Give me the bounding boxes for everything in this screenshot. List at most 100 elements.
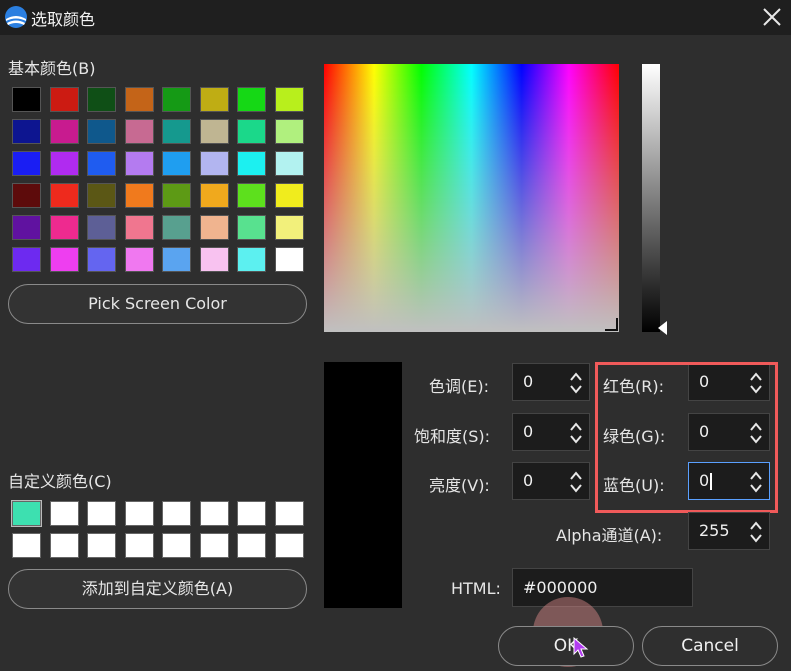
saturation-label: 饱和度(S): xyxy=(414,427,491,446)
brightness-label: 亮度(V): xyxy=(429,476,490,495)
add-to-custom-colors-button[interactable]: 添加到自定义颜色(A) xyxy=(8,569,307,609)
spin-arrows-icon[interactable] xyxy=(749,420,763,446)
custom-color-swatch[interactable] xyxy=(49,533,79,558)
basic-color-swatch[interactable] xyxy=(162,151,191,176)
spin-arrows-icon[interactable] xyxy=(569,370,583,396)
custom-color-swatch[interactable] xyxy=(237,501,266,526)
custom-colors-label: 自定义颜色(C) xyxy=(8,472,112,491)
green-value: 0 xyxy=(699,422,710,441)
slider-arrow-icon[interactable] xyxy=(658,321,667,335)
red-spinbox[interactable]: 0 xyxy=(688,363,770,401)
custom-color-swatch[interactable] xyxy=(237,533,266,558)
custom-color-swatch[interactable] xyxy=(199,501,229,526)
basic-color-swatch[interactable] xyxy=(124,247,154,272)
blue-label: 蓝色(U): xyxy=(603,476,665,495)
basic-color-swatch[interactable] xyxy=(199,87,229,112)
basic-color-swatch[interactable] xyxy=(49,183,79,208)
html-hex-input[interactable]: #000000 xyxy=(512,568,693,607)
custom-color-swatch[interactable] xyxy=(87,533,116,558)
basic-color-swatch[interactable] xyxy=(12,87,41,112)
alpha-label: Alpha通道(A): xyxy=(556,526,663,545)
basic-color-swatch[interactable] xyxy=(12,119,41,144)
alpha-spinbox[interactable]: 255 xyxy=(688,512,770,550)
basic-color-swatch[interactable] xyxy=(162,215,191,240)
custom-color-swatch[interactable] xyxy=(162,533,191,558)
basic-color-swatch[interactable] xyxy=(162,87,191,112)
basic-color-swatch[interactable] xyxy=(199,247,229,272)
custom-color-swatch[interactable] xyxy=(87,501,116,526)
basic-color-swatch[interactable] xyxy=(124,151,154,176)
basic-color-swatch[interactable] xyxy=(274,215,304,240)
basic-color-swatch[interactable] xyxy=(87,119,116,144)
spin-arrows-icon[interactable] xyxy=(749,469,763,495)
brightness-value: 0 xyxy=(523,471,534,490)
basic-color-swatch[interactable] xyxy=(199,183,229,208)
basic-color-swatch[interactable] xyxy=(49,215,79,240)
brightness-spinbox[interactable]: 0 xyxy=(512,462,590,500)
alpha-value: 255 xyxy=(699,521,730,540)
basic-color-swatch[interactable] xyxy=(237,183,266,208)
basic-color-swatch[interactable] xyxy=(12,151,41,176)
basic-color-swatch[interactable] xyxy=(274,87,304,112)
basic-color-swatch[interactable] xyxy=(162,183,191,208)
spin-arrows-icon[interactable] xyxy=(749,519,763,545)
basic-color-swatch[interactable] xyxy=(87,87,116,112)
basic-color-swatch[interactable] xyxy=(87,215,116,240)
custom-color-swatch[interactable] xyxy=(124,533,154,558)
custom-color-swatch[interactable] xyxy=(11,500,42,527)
saturation-spinbox[interactable]: 0 xyxy=(512,413,590,451)
spin-arrows-icon[interactable] xyxy=(569,469,583,495)
basic-color-swatch[interactable] xyxy=(49,119,79,144)
basic-color-swatch[interactable] xyxy=(162,247,191,272)
hue-spinbox[interactable]: 0 xyxy=(512,363,590,401)
basic-color-swatch[interactable] xyxy=(199,151,229,176)
basic-color-swatch[interactable] xyxy=(237,119,266,144)
blue-spinbox[interactable]: 0 xyxy=(688,462,770,500)
custom-color-swatch[interactable] xyxy=(49,501,79,526)
blue-value: 0 xyxy=(699,471,710,490)
custom-color-swatch[interactable] xyxy=(274,501,304,526)
basic-color-swatch[interactable] xyxy=(124,215,154,240)
custom-color-swatch[interactable] xyxy=(12,533,41,558)
custom-color-swatch[interactable] xyxy=(162,501,191,526)
saturation-value: 0 xyxy=(523,422,534,441)
basic-color-swatch[interactable] xyxy=(87,151,116,176)
close-icon[interactable] xyxy=(757,2,787,32)
basic-color-swatch[interactable] xyxy=(49,87,79,112)
basic-color-swatch[interactable] xyxy=(12,183,41,208)
custom-color-swatch[interactable] xyxy=(124,501,154,526)
basic-color-swatch[interactable] xyxy=(87,183,116,208)
basic-color-swatch[interactable] xyxy=(124,87,154,112)
basic-color-swatch[interactable] xyxy=(87,247,116,272)
basic-color-swatch[interactable] xyxy=(237,215,266,240)
luminance-slider[interactable] xyxy=(642,64,660,332)
pick-screen-color-button[interactable]: Pick Screen Color xyxy=(8,284,307,324)
basic-color-swatch[interactable] xyxy=(199,215,229,240)
color-spectrum[interactable] xyxy=(324,64,619,332)
basic-color-swatch[interactable] xyxy=(274,151,304,176)
spin-arrows-icon[interactable] xyxy=(749,370,763,396)
basic-color-swatch[interactable] xyxy=(199,119,229,144)
basic-color-swatch[interactable] xyxy=(12,247,41,272)
basic-color-swatch[interactable] xyxy=(124,183,154,208)
basic-color-swatch[interactable] xyxy=(237,151,266,176)
green-spinbox[interactable]: 0 xyxy=(688,413,770,451)
hue-value: 0 xyxy=(523,372,534,391)
cancel-button[interactable]: Cancel xyxy=(642,626,778,666)
basic-color-swatch[interactable] xyxy=(274,119,304,144)
basic-color-swatch[interactable] xyxy=(124,119,154,144)
red-label: 红色(R): xyxy=(603,377,664,396)
basic-color-swatch[interactable] xyxy=(237,247,266,272)
basic-color-swatch[interactable] xyxy=(49,151,79,176)
custom-color-swatch[interactable] xyxy=(199,533,229,558)
basic-color-swatch[interactable] xyxy=(49,247,79,272)
custom-color-swatch[interactable] xyxy=(274,533,304,558)
basic-color-swatch[interactable] xyxy=(12,215,41,240)
ok-button[interactable]: OK xyxy=(498,626,634,666)
basic-color-swatch[interactable] xyxy=(162,119,191,144)
basic-color-swatch[interactable] xyxy=(274,183,304,208)
basic-color-swatch[interactable] xyxy=(274,247,304,272)
basic-color-swatch[interactable] xyxy=(237,87,266,112)
spin-arrows-icon[interactable] xyxy=(569,420,583,446)
red-value: 0 xyxy=(699,372,710,391)
